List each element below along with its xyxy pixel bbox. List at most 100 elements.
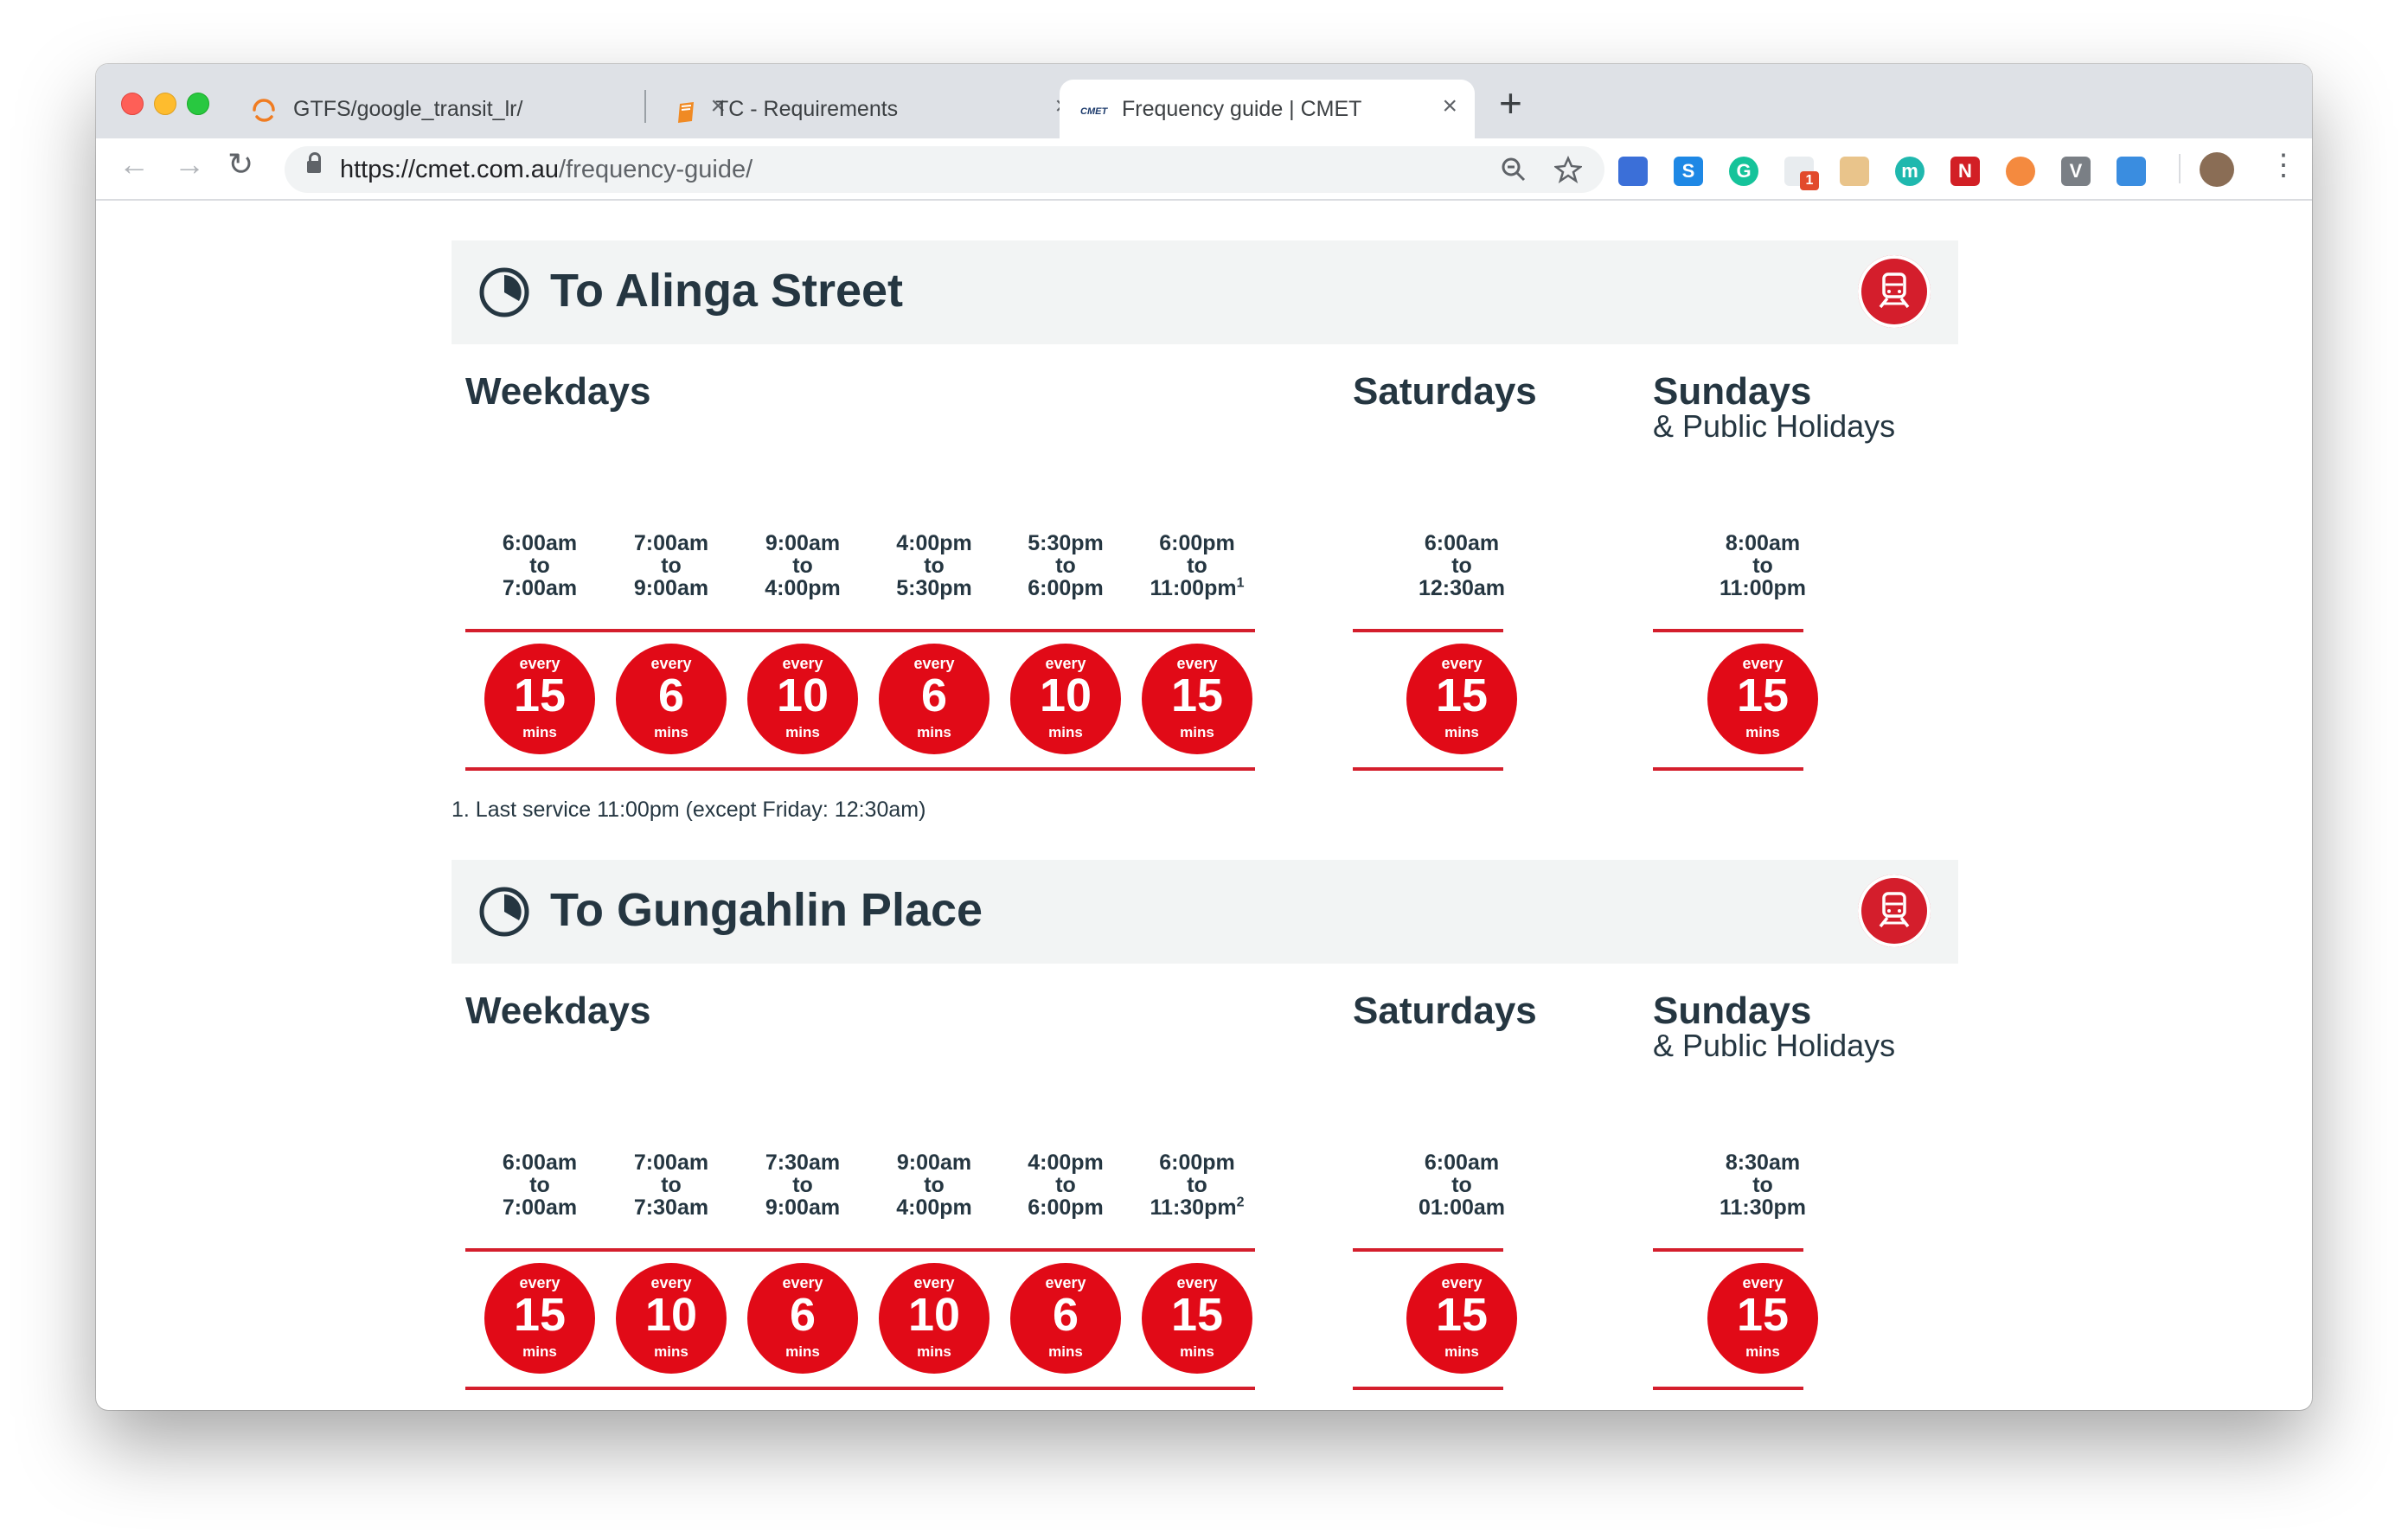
time-range: 6:00pm to 11:30pm2 [1131, 1151, 1263, 1219]
cmet-logo-icon: CMET [1080, 106, 1108, 117]
frequency-unit: mins [1444, 1343, 1479, 1360]
time-to: 11:00pm [1697, 577, 1828, 599]
time-range: 9:00am to 4:00pm [737, 532, 868, 599]
stack-icon[interactable] [2117, 157, 2146, 186]
avatar[interactable] [2200, 152, 2234, 187]
frequency-value: 10 [1039, 670, 1092, 721]
time-from: 7:30am [765, 1150, 841, 1175]
time-range: 5:30pm to 6:00pm [1000, 532, 1131, 599]
m-icon[interactable]: m [1895, 157, 1924, 186]
time-to-word: to [529, 554, 550, 578]
frequency-badge: every 10 mins [879, 1263, 989, 1374]
frequency-unit: mins [785, 1343, 820, 1360]
time-from: 6:00am [502, 1150, 578, 1175]
time-to-word: to [529, 1173, 550, 1197]
frequency-badge: every 15 mins [1142, 644, 1252, 754]
new-tab-button[interactable]: + [1499, 83, 1522, 123]
time-range: 4:00pm to 6:00pm [1000, 1151, 1131, 1219]
browser-toolbar: ← → ↻ https://cmet.com.au/frequency-guid… [96, 138, 2312, 201]
time-to-value: 11:30pm [1719, 1195, 1807, 1220]
back-button[interactable]: ← [118, 149, 150, 180]
zoom-out-icon[interactable] [1501, 157, 1527, 183]
divider-line [1653, 629, 1803, 632]
orange-pill-icon[interactable] [2006, 157, 2035, 186]
saturdays-heading: Saturdays [1353, 990, 1537, 1032]
clock-icon [479, 267, 529, 317]
minimize-window-button[interactable] [154, 93, 176, 115]
close-window-button[interactable] [121, 93, 144, 115]
vue-icon[interactable]: V [2061, 157, 2091, 186]
time-from: 6:00am [502, 531, 578, 555]
frequency-unit: mins [785, 724, 820, 740]
frequency-badge: every 15 mins [1707, 1263, 1818, 1374]
address-bar[interactable]: https://cmet.com.au/frequency-guide/ [285, 146, 1604, 193]
forward-button[interactable]: → [174, 149, 205, 180]
bookmark-star-icon[interactable] [1554, 156, 1582, 183]
time-to: 6:00pm [1000, 577, 1131, 599]
n-icon[interactable]: N [1950, 157, 1980, 186]
time-to-value: 6:00pm [1028, 1195, 1104, 1220]
section-title: To Alinga Street [550, 265, 904, 317]
tab-frequency-guide[interactable]: CMET Frequency guide | CMET × [1060, 80, 1475, 138]
frequency-badge: every 10 mins [747, 644, 858, 754]
divider-line [1353, 767, 1503, 771]
train-icon [1858, 255, 1931, 328]
tab-title: GTFS/google_transit_lr/ [293, 97, 523, 121]
divider-line [465, 1248, 1255, 1252]
frequency-badge: every 6 mins [879, 644, 989, 754]
time-to-word: to [1451, 554, 1472, 578]
time-to-value: 7:00am [502, 1195, 578, 1220]
frequency-unit: mins [917, 724, 951, 740]
frequency-unit: mins [522, 1343, 557, 1360]
time-to-value: 12:30am [1418, 576, 1506, 600]
time-to-value: 7:30am [633, 1195, 709, 1220]
divider-line [465, 767, 1255, 771]
time-to: 7:00am [474, 577, 605, 599]
train-icon [1858, 875, 1931, 947]
frequency-unit: mins [1048, 724, 1083, 740]
time-to-word: to [1055, 1173, 1076, 1197]
s-icon[interactable]: S [1674, 157, 1703, 186]
briefcase-icon[interactable] [1840, 157, 1869, 186]
time-to: 11:30pm [1697, 1196, 1828, 1219]
frequency-badge: every 15 mins [484, 1263, 595, 1374]
divider-line [1353, 629, 1503, 632]
time-from: 5:30pm [1028, 531, 1104, 555]
frequency-unit: mins [1180, 724, 1214, 740]
time-to-word: to [1451, 1173, 1472, 1197]
time-to-word: to [1055, 554, 1076, 578]
reader-icon[interactable] [1618, 157, 1648, 186]
menu-icon[interactable]: ⋮ [2269, 151, 2298, 180]
lock-icon [307, 152, 321, 173]
reload-button[interactable]: ↻ [227, 149, 253, 180]
section-header: To Alinga Street [452, 240, 1958, 344]
grammarly-icon[interactable]: G [1729, 157, 1758, 186]
divider-line [465, 629, 1255, 632]
tab-strip: GTFS/google_transit_lr/ × TC - Requireme… [96, 64, 2312, 138]
section-title: To Gungahlin Place [550, 884, 983, 936]
time-to: 5:30pm [868, 577, 1000, 599]
time-from: 9:00am [896, 1150, 972, 1175]
frequency-unit: mins [1048, 1343, 1083, 1360]
frequency-unit: mins [917, 1343, 951, 1360]
footnote: 1. Last service 11:00pm (except Friday: … [452, 798, 926, 822]
close-tab-icon[interactable]: × [1442, 93, 1457, 119]
browser-window: GTFS/google_transit_lr/ × TC - Requireme… [96, 64, 2312, 1410]
frequency-badge: every 15 mins [1406, 1263, 1517, 1374]
tab-title: Frequency guide | CMET [1122, 97, 1362, 121]
time-from: 6:00am [1424, 531, 1500, 555]
loading-spinner-icon [253, 99, 275, 122]
frequency-unit: mins [522, 724, 557, 740]
time-range: 9:00am to 4:00pm [868, 1151, 1000, 1219]
frequency-badge: every 6 mins [1010, 1263, 1121, 1374]
weekdays-heading: Weekdays [465, 370, 651, 413]
frequency-unit: mins [654, 1343, 688, 1360]
time-from: 7:00am [633, 1150, 709, 1175]
time-from: 8:30am [1725, 1150, 1801, 1175]
divider-line [1653, 1387, 1803, 1390]
time-to-value: 01:00am [1418, 1195, 1506, 1220]
time-range: 7:00am to 9:00am [605, 532, 737, 599]
time-to: 11:30pm2 [1131, 1195, 1263, 1219]
zoom-window-button[interactable] [187, 93, 209, 115]
time-to: 12:30am [1396, 577, 1527, 599]
